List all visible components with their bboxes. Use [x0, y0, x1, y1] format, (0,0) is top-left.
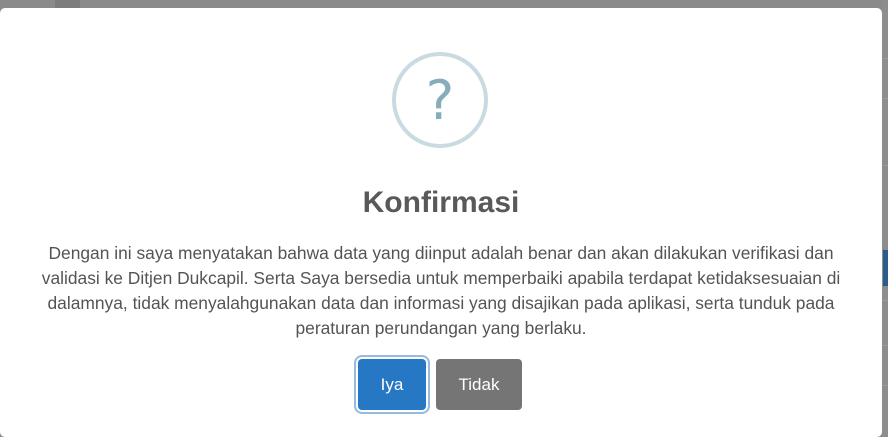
background-divider — [882, 98, 888, 99]
dialog-message: Dengan ini saya menyatakan bahwa data ya… — [41, 243, 841, 338]
background-divider — [882, 58, 888, 59]
background-button — [883, 250, 888, 286]
background-divider — [882, 300, 888, 301]
question-mark-glyph: ? — [425, 69, 455, 132]
background-page-element — [55, 0, 80, 8]
cancel-button[interactable]: Tidak — [436, 359, 522, 410]
background-divider — [882, 385, 888, 386]
confirm-button[interactable]: Iya — [358, 359, 426, 410]
background-divider — [882, 165, 888, 166]
dialog-title: Konfirmasi — [362, 186, 520, 219]
question-mark-icon: ? — [392, 52, 488, 148]
background-page-edge — [882, 0, 888, 437]
background-divider — [882, 345, 888, 346]
confirmation-dialog: ? Konfirmasi Dengan ini saya menyatakan … — [0, 8, 882, 437]
